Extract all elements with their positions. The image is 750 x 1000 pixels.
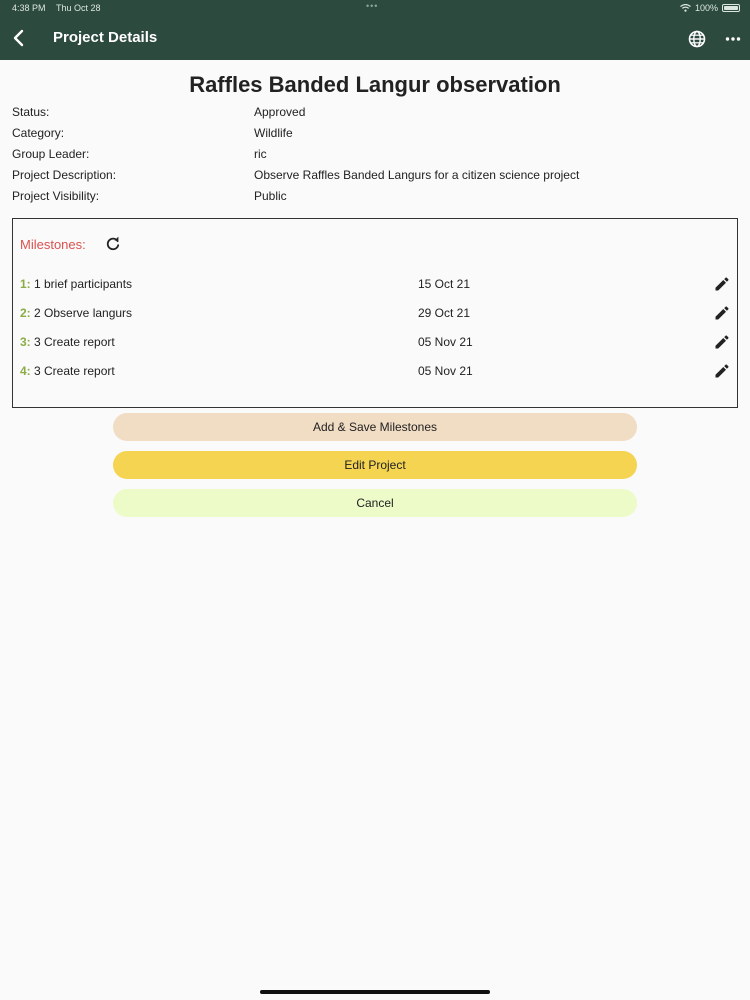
edit-icon [715,306,729,320]
edit-milestone-button[interactable] [713,275,731,293]
milestone-number: 2: [20,306,31,320]
globe-icon [688,30,706,48]
edit-project-button[interactable]: Edit Project [113,451,637,479]
milestone-number: 3: [20,335,31,349]
info-row-group-leader: Group Leader: ric [0,147,750,165]
milestones-title: Milestones: [20,237,86,252]
edit-milestone-button[interactable] [713,304,731,322]
status-right: 100% [680,3,740,13]
edit-milestone-button[interactable] [713,362,731,380]
info-row-status: Status: Approved [0,105,750,123]
edit-milestone-button[interactable] [713,333,731,351]
group-leader-label: Group Leader: [12,147,90,161]
description-value: Observe Raffles Banded Langurs for a cit… [254,168,580,182]
status-date: Thu Oct 28 [56,3,101,13]
battery-percentage: 100% [694,3,718,13]
milestone-name: 1 brief participants [34,277,133,291]
milestone-number: 4: [20,364,31,378]
milestone-date: 29 Oct 21 [418,306,471,320]
visibility-label: Project Visibility: [12,189,100,203]
wifi-icon [680,4,691,12]
add-save-milestones-button[interactable]: Add & Save Milestones [113,413,637,441]
back-button[interactable] [8,26,28,50]
language-button[interactable] [686,28,708,50]
more-options-button[interactable] [722,28,744,50]
milestone-date: 05 Nov 21 [418,364,473,378]
info-row-description: Project Description: Observe Raffles Ban… [0,168,750,186]
milestone-name: 3 Create report [34,335,115,349]
milestone-row: 2: 2 Observe langurs 29 Oct 21 [13,306,737,330]
top-app-bar: 4:38 PM Thu Oct 28 ••• 100% Project Deta… [0,0,750,60]
page-title: Project Details [53,29,158,46]
category-label: Category: [12,126,65,140]
cancel-button[interactable]: Cancel [113,489,637,517]
chevron-left-icon [13,29,24,47]
edit-icon [715,364,729,378]
milestones-panel: Milestones: 1: 1 brief participants 15 O… [12,218,738,408]
milestone-name: 3 Create report [34,364,115,378]
home-indicator[interactable] [260,990,490,994]
info-row-category: Category: Wildlife [0,126,750,144]
refresh-icon [106,236,120,251]
milestone-date: 15 Oct 21 [418,277,471,291]
edit-icon [715,277,729,291]
status-label: Status: [12,105,50,119]
group-leader-value: ric [254,147,267,161]
milestone-row: 4: 3 Create report 05 Nov 21 [13,364,737,388]
more-icon [725,37,741,41]
visibility-value: Public [254,189,287,203]
battery-icon [722,4,740,12]
category-value: Wildlife [254,126,293,140]
refresh-button[interactable] [104,235,122,253]
description-label: Project Description: [12,168,117,182]
project-heading: Raffles Banded Langur observation [189,72,561,97]
milestone-name: 2 Observe langurs [34,306,133,320]
multitasking-dots: ••• [366,1,379,11]
edit-icon [715,335,729,349]
milestone-row: 1: 1 brief participants 15 Oct 21 [13,277,737,301]
info-row-visibility: Project Visibility: Public [0,189,750,207]
milestone-number: 1: [20,277,31,291]
status-time: 4:38 PM [12,3,46,13]
milestone-row: 3: 3 Create report 05 Nov 21 [13,335,737,359]
status-value: Approved [254,105,306,119]
milestone-date: 05 Nov 21 [418,335,473,349]
